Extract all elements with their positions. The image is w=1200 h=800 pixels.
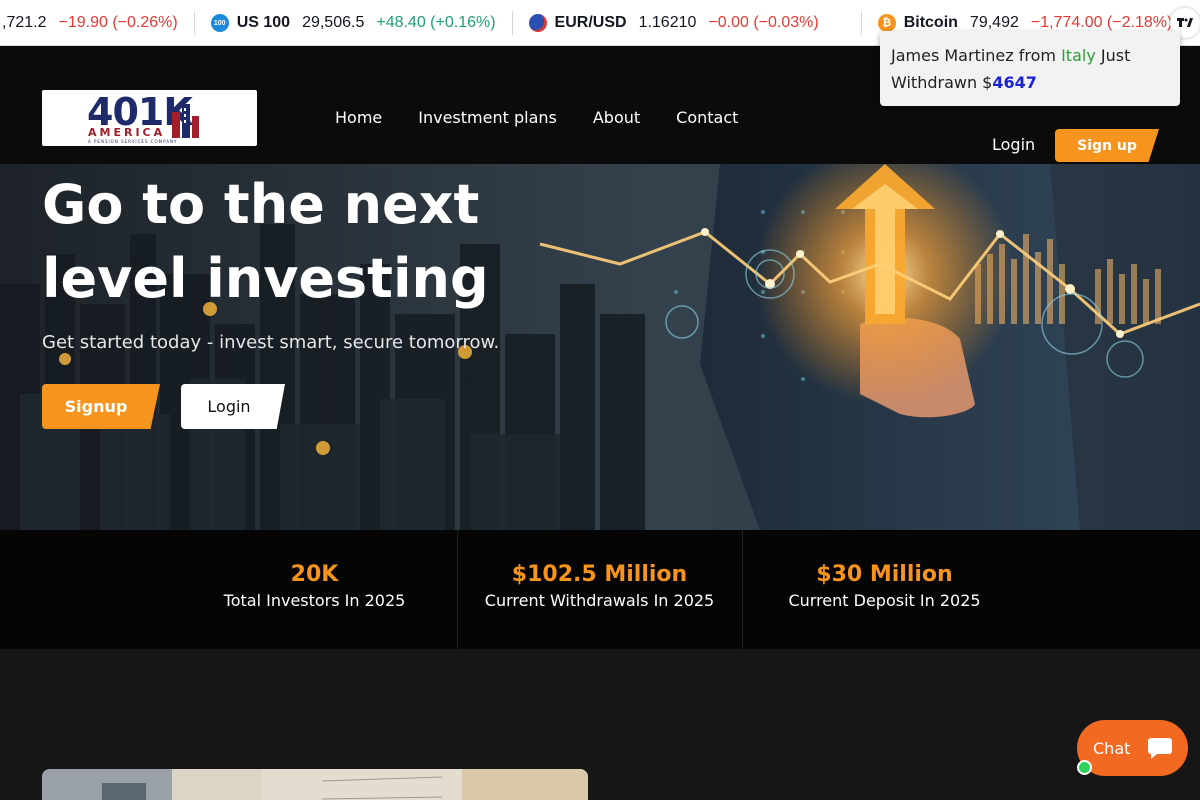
stat-value: 20K (290, 562, 339, 587)
stats-section: 20K Total Investors In 2025 $102.5 Milli… (0, 530, 1200, 649)
us100-icon: 100 (210, 14, 229, 32)
ticker-item[interactable]: EUR/USD 1.16210 −0.00 (−0.03%) (513, 0, 835, 45)
chat-bubble-shape (1148, 738, 1172, 759)
ticker-change: −0.00 (−0.03%) (708, 14, 819, 31)
ticker-name: Bitcoin (903, 14, 958, 31)
ticker-name: US 100 (236, 14, 291, 31)
header-signup-button[interactable]: Sign up (1055, 129, 1159, 162)
chat-widget-button[interactable]: Chat (1077, 720, 1188, 776)
header-login-link[interactable]: Login (992, 135, 1035, 154)
logo-subtitle: AMERICA (88, 126, 166, 139)
stat-label: Current Withdrawals In 2025 (484, 591, 715, 610)
stat-investors: 20K Total Investors In 2025 (172, 530, 457, 649)
stat-value: $30 Million (816, 562, 953, 587)
notification-country: Italy (1061, 46, 1096, 65)
hero-title: Go to the next level investing (42, 173, 489, 310)
logo-tagline: A PENSION SERVICES COMPANY (88, 139, 178, 144)
nav-contact[interactable]: Contact (676, 108, 738, 127)
hero-section: Go to the next level investing Get start… (0, 164, 1200, 530)
ticker-change: −1,774.00 (−2.18%) (1030, 14, 1173, 31)
ticker-value: ,721.2 (2, 14, 47, 31)
ticker-item[interactable]: 100 US 100 29,506.5 +48.40 (+0.16%) (195, 0, 512, 45)
stat-withdrawals: $102.5 Million Current Withdrawals In 20… (457, 530, 742, 649)
ticker-change: −19.90 (−0.26%) (58, 14, 178, 31)
nav-home[interactable]: Home (335, 108, 382, 127)
notification-amount: 4647 (992, 73, 1037, 92)
site-logo[interactable]: 401K AMERICA A PENSION SERVICES COMPANY (42, 90, 257, 146)
notification-name: James Martinez from (891, 46, 1062, 65)
ticker-value: 1.16210 (638, 14, 697, 31)
tradingview-logo-shape (1177, 18, 1193, 27)
ticker-value: 79,492 (969, 14, 1019, 31)
logo-building-icon (172, 104, 199, 138)
online-status-indicator (1077, 760, 1092, 775)
photo-image (42, 769, 588, 800)
stat-label: Current Deposit In 2025 (788, 591, 981, 610)
bitcoin-icon: ₿ (877, 14, 896, 32)
main-nav: Home Investment plans About Contact (335, 108, 738, 127)
chat-bubble-icon (1138, 726, 1182, 770)
ticker-name: EUR/USD (554, 14, 627, 31)
hero-subtitle: Get started today - invest smart, secure… (42, 332, 500, 353)
ticker-item[interactable]: ,721.2 −19.90 (−0.26%) (0, 0, 194, 45)
eur-usd-icon (528, 14, 547, 32)
stat-deposit: $30 Million Current Deposit In 2025 (742, 530, 1027, 649)
hero-signup-button[interactable]: Signup (42, 384, 160, 429)
ticker-value: 29,506.5 (302, 14, 365, 31)
about-section (0, 649, 1200, 800)
stat-label: Total Investors In 2025 (223, 591, 406, 610)
stat-value: $102.5 Million (511, 562, 688, 587)
hero-login-button[interactable]: Login (181, 384, 285, 429)
chat-label: Chat (1093, 738, 1131, 758)
document-photo (42, 769, 588, 800)
nav-about[interactable]: About (593, 108, 640, 127)
ticker-change: +48.40 (+0.16%) (376, 14, 496, 31)
withdrawal-notification: James Martinez from Italy Just Withdrawn… (880, 31, 1180, 106)
nav-investment-plans[interactable]: Investment plans (418, 108, 557, 127)
